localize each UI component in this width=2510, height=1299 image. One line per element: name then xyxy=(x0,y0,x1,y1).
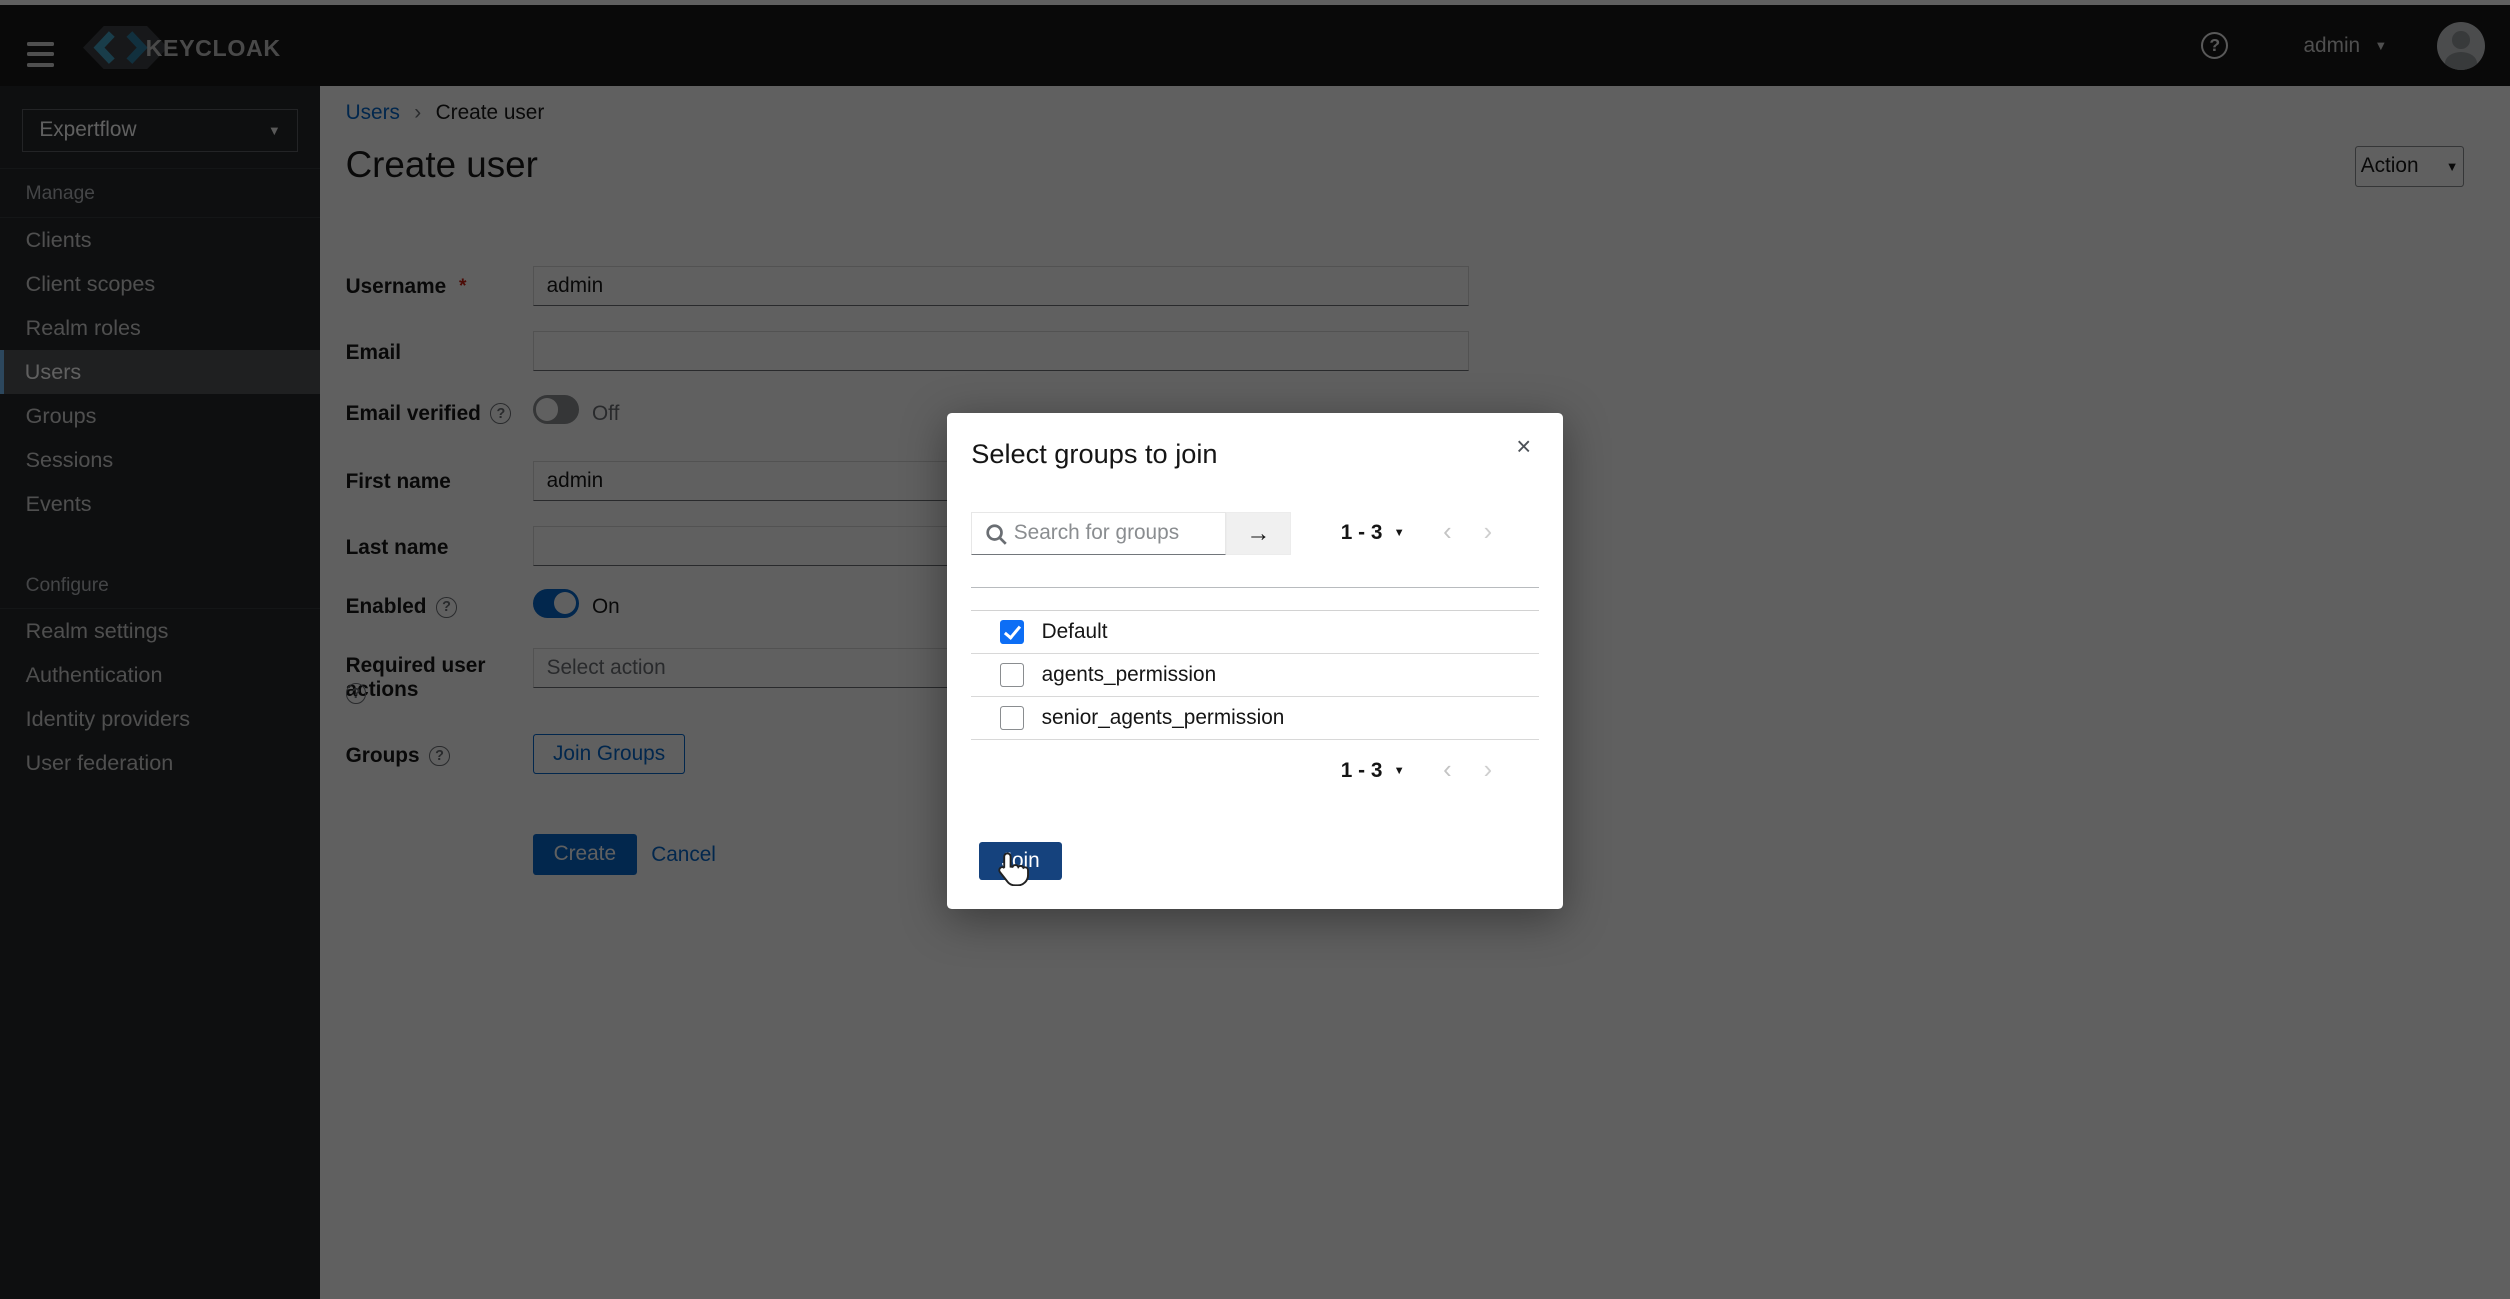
group-name: Default xyxy=(1042,620,1108,644)
close-icon[interactable]: × xyxy=(1516,435,1531,461)
pagination-prev-icon[interactable]: ‹ xyxy=(1443,758,1452,784)
group-checkbox[interactable] xyxy=(1000,663,1024,687)
groups-table: Default agents_permission senior_agents_… xyxy=(971,587,1539,740)
search-submit-button[interactable]: → xyxy=(1226,512,1292,555)
pagination-next-icon[interactable]: › xyxy=(1484,520,1493,546)
pagination-prev-icon[interactable]: ‹ xyxy=(1443,520,1452,546)
pagination-next-icon[interactable]: › xyxy=(1484,758,1493,784)
join-button[interactable]: Join xyxy=(979,842,1062,880)
chevron-down-icon[interactable]: ▼ xyxy=(1394,527,1405,539)
group-search xyxy=(971,512,1225,555)
select-groups-modal: Select groups to join × → 1 - 3 ▼ ‹ › De… xyxy=(947,413,1563,909)
keycloak-admin-console: KEYCLOAK ? admin ▼ Expertflow ▼ Manage C… xyxy=(0,0,2510,1299)
group-checkbox[interactable] xyxy=(1000,706,1024,730)
arrow-right-icon: → xyxy=(1246,520,1270,548)
pagination-top: 1 - 3 ▼ ‹ › xyxy=(1341,520,1492,546)
search-icon xyxy=(985,523,1007,545)
pagination-range: 1 - 3 xyxy=(1341,759,1383,783)
groups-table-header xyxy=(971,588,1539,610)
modal-title: Select groups to join xyxy=(971,438,1217,470)
pagination-range: 1 - 3 xyxy=(1341,521,1383,545)
group-checkbox[interactable] xyxy=(1000,620,1024,644)
group-name: agents_permission xyxy=(1042,663,1217,687)
group-row[interactable]: agents_permission xyxy=(971,654,1539,697)
chevron-down-icon[interactable]: ▼ xyxy=(1394,765,1405,777)
group-row[interactable]: senior_agents_permission xyxy=(971,697,1539,740)
pagination-bottom: 1 - 3 ▼ ‹ › xyxy=(1341,758,1492,784)
group-name: senior_agents_permission xyxy=(1042,706,1285,730)
group-row[interactable]: Default xyxy=(971,611,1539,654)
group-search-input[interactable] xyxy=(1014,513,1222,553)
